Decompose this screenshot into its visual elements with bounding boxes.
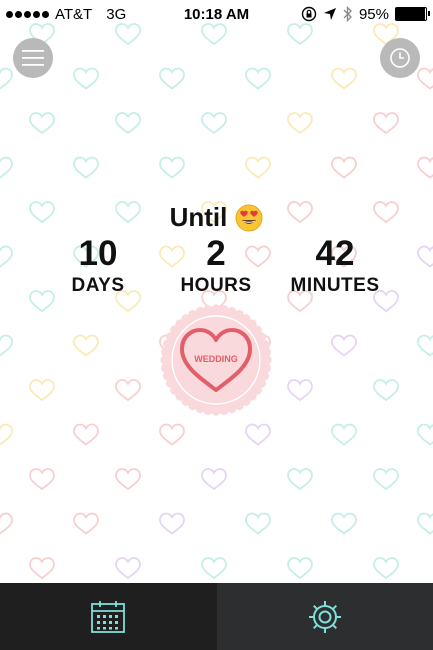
countdown-days: 10 DAYS <box>43 234 153 298</box>
calendar-icon <box>91 600 126 633</box>
background-heart-icon <box>373 557 399 580</box>
background-heart-icon <box>245 67 271 90</box>
background-heart-icon <box>331 67 357 90</box>
location-arrow-icon <box>323 8 336 20</box>
background-heart-icon <box>373 112 399 135</box>
background-heart-icon <box>201 557 227 580</box>
gear-icon <box>308 600 341 633</box>
hours-value: 2 <box>206 234 226 273</box>
countdown-hours: 2 HOURS <box>161 234 271 298</box>
until-heading: Until <box>0 202 433 233</box>
days-label: DAYS <box>71 275 125 296</box>
until-label: Until <box>169 202 228 232</box>
background-heart-icon <box>0 67 13 90</box>
background-heart-icon <box>29 468 55 491</box>
background-heart-icon <box>115 468 141 491</box>
days-value: 10 <box>78 234 118 273</box>
background-heart-icon <box>159 156 185 179</box>
background-heart-icon <box>331 423 357 446</box>
battery-icon <box>395 7 430 21</box>
background-heart-icon <box>0 156 13 179</box>
background-heart-icon <box>159 423 185 446</box>
background-heart-icon <box>287 468 313 491</box>
tab-bar <box>0 583 433 650</box>
history-button[interactable] <box>380 38 420 78</box>
battery-percent: 95% <box>358 5 389 23</box>
background-heart-icon <box>0 512 13 535</box>
background-heart-icon <box>245 512 271 535</box>
status-bar: AT&T 3G 10:18 AM 95% <box>0 0 433 28</box>
background-heart-icon <box>373 468 399 491</box>
background-heart-icon <box>287 557 313 580</box>
background-heart-icon <box>29 112 55 135</box>
background-heart-icon <box>417 512 433 535</box>
hours-label: HOURS <box>180 275 252 296</box>
background-heart-icon <box>0 334 13 357</box>
background-heart-icon <box>417 423 433 446</box>
battery-level-fill <box>396 8 425 20</box>
orientation-lock-icon <box>301 6 317 22</box>
background-heart-icon <box>73 423 99 446</box>
tab-settings[interactable] <box>216 583 433 650</box>
background-heart-icon <box>115 112 141 135</box>
background-heart-icon <box>331 512 357 535</box>
background-heart-icon <box>159 512 185 535</box>
badge-label: WEDDING <box>194 354 238 364</box>
carrier-label: AT&T <box>55 5 93 23</box>
background-heart-icon <box>115 379 141 402</box>
background-heart-icon <box>287 379 313 402</box>
background-heart-icon <box>73 156 99 179</box>
background-heart-icon <box>287 112 313 135</box>
background-heart-icon <box>0 423 13 446</box>
background-heart-icon <box>29 379 55 402</box>
background-heart-icon <box>331 156 357 179</box>
hamburger-menu-icon <box>22 50 44 66</box>
background-heart-icon <box>245 423 271 446</box>
background-heart-icon <box>29 557 55 580</box>
clock-icon <box>390 48 410 68</box>
minutes-label: MINUTES <box>290 275 380 296</box>
background-heart-icon <box>373 379 399 402</box>
countdown: 10 DAYS 2 HOURS 42 MINUTES <box>0 234 433 304</box>
background-heart-icon <box>73 67 99 90</box>
signal-strength-icon <box>6 10 49 18</box>
background-heart-icon <box>417 334 433 357</box>
background-heart-icon <box>159 67 185 90</box>
wedding-event-badge[interactable]: WEDDING <box>160 304 272 416</box>
background-heart-icon <box>417 156 433 179</box>
background-heart-icon <box>73 334 99 357</box>
minutes-value: 42 <box>315 234 355 273</box>
tab-calendar[interactable] <box>0 583 217 650</box>
background-heart-icon <box>201 468 227 491</box>
background-heart-icon <box>245 156 271 179</box>
background-heart-icon <box>331 334 357 357</box>
background-heart-icon <box>73 512 99 535</box>
bluetooth-icon <box>343 6 352 22</box>
heart-eyes-emoji-icon <box>235 204 263 231</box>
network-label: 3G <box>106 5 127 23</box>
background-heart-icon <box>115 557 141 580</box>
countdown-minutes: 42 MINUTES <box>280 234 390 298</box>
background-heart-icon <box>417 67 433 90</box>
background-heart-icon <box>201 112 227 135</box>
menu-button[interactable] <box>13 38 53 78</box>
